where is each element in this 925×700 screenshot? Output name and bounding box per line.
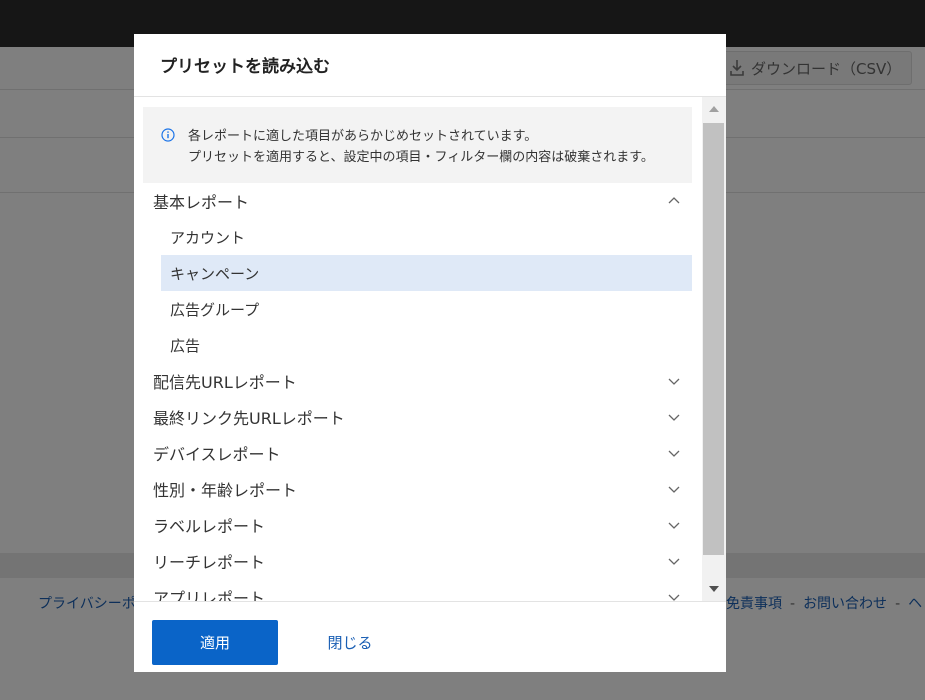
dialog-header: プリセットを読み込む (134, 34, 726, 97)
category-label: 最終リンク先URLレポート (153, 409, 345, 428)
category-final-url-report[interactable]: 最終リンク先URLレポート (153, 399, 692, 435)
apply-button[interactable]: 適用 (152, 620, 278, 665)
category-gender-age-report[interactable]: 性別・年齢レポート (153, 471, 692, 507)
close-button[interactable]: 閉じる (306, 620, 394, 665)
chevron-down-icon (668, 378, 680, 385)
category-device-report[interactable]: デバイスレポート (153, 435, 692, 471)
category-label: 基本レポート (153, 193, 250, 212)
category-label: デバイスレポート (153, 445, 281, 464)
category-label-report[interactable]: ラベルレポート (153, 507, 692, 543)
info-icon (161, 128, 175, 142)
chevron-down-icon (668, 522, 680, 529)
preset-item-label: アカウント (170, 228, 246, 247)
chevron-up-icon (668, 197, 680, 204)
category-label: アプリレポート (153, 589, 266, 601)
category-placement-url-report[interactable]: 配信先URLレポート (153, 363, 692, 399)
preset-item-label: 広告グループ (170, 300, 260, 319)
dialog-body: 各レポートに適した項目があらかじめセットされています。 プリセットを適用すると、… (134, 97, 726, 601)
category-app-report[interactable]: アプリレポート (153, 579, 692, 601)
preset-item-ad-group[interactable]: 広告グループ (161, 291, 692, 327)
category-label: ラベルレポート (153, 517, 266, 536)
info-text-line-1: 各レポートに適した項目があらかじめセットされています。 (188, 129, 538, 144)
scrollbar-thumb[interactable] (703, 123, 724, 555)
category-label: 配信先URLレポート (153, 373, 297, 392)
chevron-down-icon (668, 486, 680, 493)
info-message-box: 各レポートに適した項目があらかじめセットされています。 プリセットを適用すると、… (143, 107, 692, 183)
chevron-down-icon (668, 450, 680, 457)
preset-item-campaign[interactable]: キャンペーン (161, 255, 692, 291)
dialog-footer: 適用 閉じる (134, 601, 726, 672)
dialog-title: プリセットを読み込む (160, 57, 330, 77)
scroll-up-arrow-icon[interactable] (702, 97, 726, 121)
category-basic-report[interactable]: 基本レポート (153, 183, 692, 219)
category-label: 性別・年齢レポート (153, 481, 298, 500)
chevron-down-icon (668, 414, 680, 421)
chevron-down-icon (668, 558, 680, 565)
preset-load-dialog: プリセットを読み込む 各レポートに適した項目があらかじめセットされています。 プ… (134, 34, 726, 672)
scroll-down-arrow-icon[interactable] (702, 577, 726, 601)
category-reach-report[interactable]: リーチレポート (153, 543, 692, 579)
preset-item-account[interactable]: アカウント (161, 219, 692, 255)
preset-item-label: キャンペーン (170, 264, 260, 283)
chevron-down-icon (668, 594, 680, 601)
preset-item-ad[interactable]: 広告 (161, 327, 692, 363)
category-label: リーチレポート (153, 553, 266, 572)
preset-item-label: 広告 (170, 336, 201, 355)
info-text-line-2: プリセットを適用すると、設定中の項目・フィルター欄の内容は破棄されます。 (188, 150, 654, 165)
